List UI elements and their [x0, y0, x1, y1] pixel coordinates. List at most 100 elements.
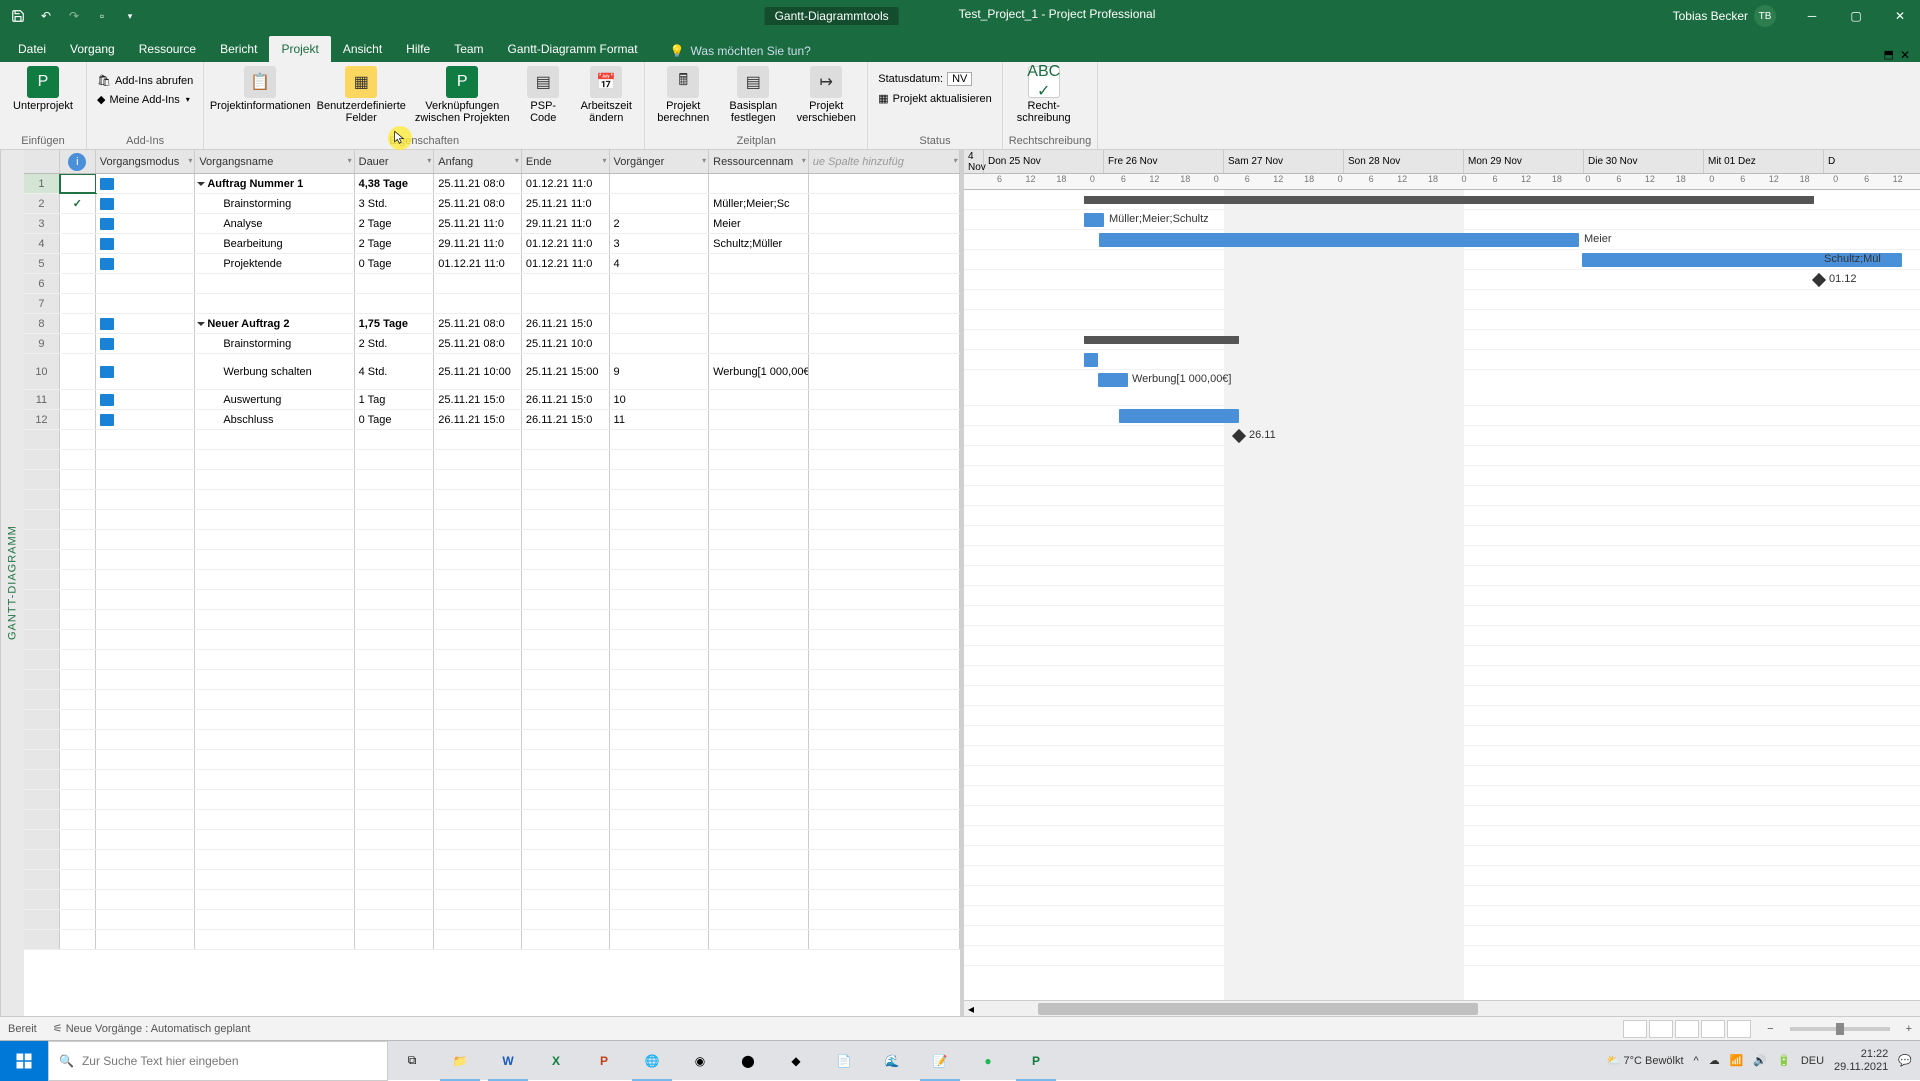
scroll-thumb[interactable] — [1038, 1003, 1478, 1015]
tab-team[interactable]: Team — [442, 36, 495, 62]
gantt-row[interactable]: Meier — [964, 230, 1920, 250]
undo-icon[interactable]: ↶ — [36, 6, 56, 26]
worktime-button[interactable]: 📅Arbeitszeit ändern — [574, 66, 638, 124]
view-report-button[interactable] — [1727, 1020, 1751, 1038]
table-row[interactable]: 11Auswertung1 Tag25.11.21 15:026.11.21 1… — [24, 390, 960, 410]
maximize-button[interactable]: ▢ — [1836, 0, 1876, 32]
table-row[interactable] — [24, 590, 960, 610]
table-row[interactable]: 9Brainstorming2 Std.25.11.21 08:025.11.2… — [24, 334, 960, 354]
wifi-icon[interactable]: 📶 — [1730, 1054, 1744, 1067]
col-name[interactable]: Vorgangsname▾ — [195, 150, 354, 173]
gantt-row[interactable] — [964, 506, 1920, 526]
save-icon[interactable] — [8, 6, 28, 26]
zoom-out-icon[interactable]: − — [1767, 1023, 1773, 1035]
links-button[interactable]: PVerknüpfungen zwischen Projekten — [412, 66, 512, 124]
milestone[interactable] — [1812, 273, 1826, 287]
gantt-row[interactable] — [964, 310, 1920, 330]
table-row[interactable] — [24, 830, 960, 850]
col-pred[interactable]: Vorgänger▾ — [610, 150, 710, 173]
gantt-row[interactable] — [964, 906, 1920, 926]
gantt-row[interactable]: Werbung[1 000,00€] — [964, 370, 1920, 406]
project-info-button[interactable]: 📋Projektinformationen — [210, 66, 310, 112]
status-date-value[interactable]: NV — [947, 72, 972, 86]
view-label[interactable]: GANTT-DIAGRAMM — [0, 150, 24, 1016]
gantt-hscroll[interactable]: ◂ ▸ — [964, 1000, 1920, 1016]
start-button[interactable] — [0, 1041, 48, 1081]
powerpoint-icon[interactable]: P — [580, 1041, 628, 1081]
summary-bar[interactable] — [1084, 196, 1814, 204]
view-resource-button[interactable] — [1701, 1020, 1725, 1038]
table-row[interactable] — [24, 490, 960, 510]
table-row[interactable]: 6 — [24, 274, 960, 294]
table-row[interactable] — [24, 550, 960, 570]
gantt-row[interactable] — [964, 806, 1920, 826]
gantt-row[interactable] — [964, 926, 1920, 946]
tray-chevron-icon[interactable]: ^ — [1694, 1055, 1699, 1067]
minimize-button[interactable]: ─ — [1792, 0, 1832, 32]
gantt-row[interactable] — [964, 290, 1920, 310]
col-mode[interactable]: Vorgangsmodus▾ — [96, 150, 196, 173]
table-row[interactable]: 4Bearbeitung2 Tage29.11.21 11:001.12.21 … — [24, 234, 960, 254]
col-info[interactable]: i — [60, 150, 96, 173]
onedrive-icon[interactable]: ☁ — [1709, 1054, 1720, 1067]
zoom-in-icon[interactable]: + — [1906, 1023, 1912, 1035]
table-row[interactable] — [24, 870, 960, 890]
tab-vorgang[interactable]: Vorgang — [58, 36, 127, 62]
milestone[interactable] — [1232, 429, 1246, 443]
col-res[interactable]: Ressourcennam▾ — [709, 150, 809, 173]
table-row[interactable]: 5Projektende0 Tage01.12.21 11:001.12.21 … — [24, 254, 960, 274]
table-row[interactable] — [24, 450, 960, 470]
edge-legacy-icon[interactable]: 🌐 — [628, 1041, 676, 1081]
table-row[interactable]: 12Abschluss0 Tage26.11.21 15:026.11.21 1… — [24, 410, 960, 430]
gantt-row[interactable] — [964, 406, 1920, 426]
table-row[interactable] — [24, 650, 960, 670]
gantt-row[interactable] — [964, 586, 1920, 606]
gantt-row[interactable] — [964, 526, 1920, 546]
day-header[interactable]: Die 30 Nov — [1584, 150, 1704, 173]
col-rownum[interactable] — [24, 150, 60, 173]
col-end[interactable]: Ende▾ — [522, 150, 610, 173]
table-row[interactable]: 2✓Brainstorming3 Std.25.11.21 08:025.11.… — [24, 194, 960, 214]
tab-format[interactable]: Gantt-Diagramm Format — [496, 36, 650, 62]
gantt-row[interactable] — [964, 646, 1920, 666]
project-icon[interactable]: P — [1012, 1041, 1060, 1081]
clock[interactable]: 21:22 29.11.2021 — [1834, 1048, 1888, 1072]
page-icon[interactable]: ▫ — [92, 6, 112, 26]
update-project-button[interactable]: ▦Projekt aktualisieren — [874, 90, 995, 107]
gantt-row[interactable] — [964, 726, 1920, 746]
my-addins-button[interactable]: ◆Meine Add-Ins▾ — [93, 91, 197, 108]
gantt-row[interactable] — [964, 886, 1920, 906]
avatar[interactable]: TB — [1754, 5, 1776, 27]
notifications-icon[interactable]: 💬 — [1898, 1054, 1912, 1067]
table-row[interactable] — [24, 670, 960, 690]
edge-icon[interactable]: 🌊 — [868, 1041, 916, 1081]
subproject-button[interactable]: P Unterprojekt — [6, 66, 80, 112]
day-header[interactable]: D — [1824, 150, 1920, 173]
table-row[interactable]: 10Werbung schalten4 Std.25.11.21 10:0025… — [24, 354, 960, 390]
gantt-row[interactable] — [964, 746, 1920, 766]
tab-ressource[interactable]: Ressource — [127, 36, 208, 62]
table-row[interactable] — [24, 530, 960, 550]
battery-icon[interactable]: 🔋 — [1777, 1054, 1791, 1067]
gantt-row[interactable] — [964, 190, 1920, 210]
table-row[interactable] — [24, 710, 960, 730]
gantt-row[interactable] — [964, 766, 1920, 786]
col-start[interactable]: Anfang▾ — [434, 150, 522, 173]
day-header[interactable]: Mit 01 Dez — [1704, 150, 1824, 173]
wbs-button[interactable]: ▤PSP-Code — [518, 66, 568, 124]
baseline-button[interactable]: ▤Basisplan festlegen — [721, 66, 785, 124]
chrome-icon[interactable]: ◉ — [676, 1041, 724, 1081]
task-bar[interactable] — [1098, 373, 1128, 387]
table-row[interactable] — [24, 890, 960, 910]
table-row[interactable] — [24, 750, 960, 770]
word-icon[interactable]: W — [484, 1041, 532, 1081]
day-header[interactable]: Son 28 Nov — [1344, 150, 1464, 173]
task-bar[interactable] — [1084, 353, 1098, 367]
table-row[interactable] — [24, 470, 960, 490]
taskbar-search[interactable]: 🔍Zur Suche Text hier eingeben — [48, 1041, 388, 1081]
zoom-thumb[interactable] — [1836, 1023, 1844, 1035]
task-view-icon[interactable]: ⧉ — [388, 1041, 436, 1081]
table-row[interactable] — [24, 930, 960, 950]
gantt-row[interactable] — [964, 686, 1920, 706]
gantt-row[interactable] — [964, 786, 1920, 806]
